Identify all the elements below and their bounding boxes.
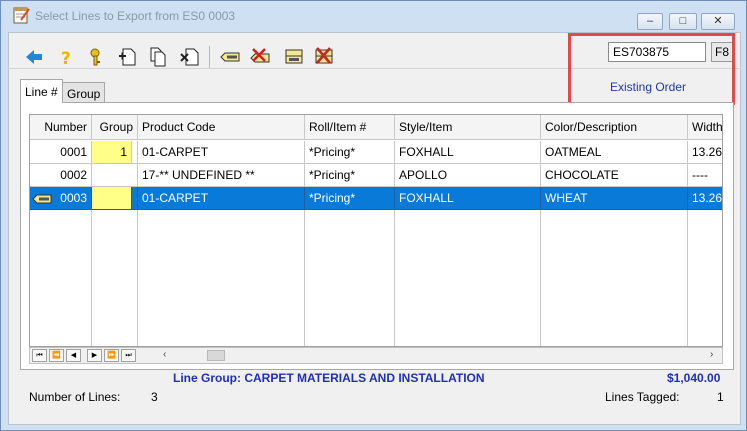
- table-row[interactable]: 0001 1 01-CARPET *Pricing* FOXHALL OATME…: [30, 141, 722, 164]
- table-row-selected[interactable]: 0003 01-CARPET *Pricing* FOXHALL WHEAT 1…: [30, 187, 722, 210]
- cell-group[interactable]: [92, 164, 138, 187]
- minimize-button[interactable]: ‒: [637, 13, 663, 30]
- cell-style-item: FOXHALL: [395, 187, 541, 210]
- next-page-button[interactable]: ⏩: [104, 349, 119, 362]
- cell-style-item: APOLLO: [395, 164, 541, 187]
- previous-record-button[interactable]: ◀: [66, 349, 81, 362]
- add-line-button[interactable]: [117, 46, 139, 68]
- tag-all-button[interactable]: [283, 46, 305, 68]
- tag-button[interactable]: [219, 46, 241, 68]
- cell-color-description: CHOCOLATE: [541, 164, 688, 187]
- table-row[interactable]: 0002 17-** UNDEFINED ** *Pricing* APOLLO…: [30, 164, 722, 187]
- close-icon: ✕: [713, 15, 723, 27]
- maximize-button[interactable]: □: [669, 13, 697, 30]
- number-of-lines-label: Number of Lines:: [29, 390, 121, 404]
- cell-width: 13.26: [688, 187, 722, 210]
- cell-width: ----: [688, 164, 722, 187]
- first-icon: ⏮: [36, 352, 43, 359]
- lines-grid: Number Group Product Code Roll/Item # St…: [29, 114, 723, 347]
- lines-tagged-value: 1: [717, 390, 724, 404]
- cell-number: 0001: [30, 141, 92, 164]
- cell-roll-item: *Pricing*: [305, 141, 395, 164]
- cell-product-code: 01-CARPET: [138, 187, 305, 210]
- chevron-right-icon: ›: [710, 349, 714, 360]
- cell-number: 0003: [30, 187, 92, 210]
- cell-group[interactable]: [92, 187, 132, 210]
- rewind-icon: ⏪: [52, 352, 61, 359]
- line-group-label: Line Group: CARPET MATERIALS AND INSTALL…: [173, 371, 485, 385]
- highlight-annotation-box: [568, 33, 735, 105]
- cell-width: 13.26: [688, 141, 722, 164]
- notepad-icon: [13, 6, 30, 24]
- cell-product-code: 01-CARPET: [138, 141, 305, 164]
- column-header-color-description[interactable]: Color/Description: [541, 115, 688, 140]
- last-icon: ⏭: [125, 352, 132, 359]
- svg-text:?: ?: [61, 49, 71, 68]
- total-amount: $1,040.00: [667, 371, 721, 385]
- dialog-window: Select Lines to Export from ES0 0003 ‒ □…: [0, 0, 747, 431]
- maximize-icon: □: [679, 15, 687, 27]
- key-button[interactable]: [87, 46, 109, 68]
- help-button[interactable]: ?: [55, 46, 77, 69]
- cell-product-code: 17-** UNDEFINED **: [138, 164, 305, 187]
- fast-forward-icon: ⏩: [107, 352, 116, 359]
- scroll-right-arrow[interactable]: ›: [710, 349, 713, 360]
- first-record-button[interactable]: ⏮: [32, 349, 47, 362]
- remove-line-button[interactable]: [179, 46, 201, 68]
- cell-number-text: 0003: [60, 191, 87, 205]
- column-divider: [394, 210, 395, 346]
- tab-label: Group: [67, 87, 101, 101]
- column-divider: [540, 210, 541, 346]
- back-button[interactable]: [23, 46, 45, 68]
- column-header-group[interactable]: Group: [92, 115, 138, 140]
- cell-style-item: FOXHALL: [395, 141, 541, 164]
- column-header-roll-item[interactable]: Roll/Item #: [305, 115, 395, 140]
- column-divider: [91, 210, 92, 346]
- column-header-style-item[interactable]: Style/Item: [395, 115, 541, 140]
- untag-all-button[interactable]: [313, 46, 335, 68]
- chevron-left-icon: ‹: [163, 349, 167, 360]
- cell-roll-item: *Pricing*: [305, 187, 395, 210]
- window-title: Select Lines to Export from ES0 0003: [35, 9, 236, 23]
- number-of-lines-value: 3: [151, 390, 158, 404]
- column-header-number[interactable]: Number: [30, 115, 92, 140]
- tag-icon: [32, 191, 52, 205]
- column-divider: [687, 210, 688, 346]
- lines-tagged-label: Lines Tagged:: [605, 390, 680, 404]
- tab-line-number[interactable]: Line #: [20, 79, 63, 103]
- column-divider: [304, 210, 305, 346]
- column-header-width[interactable]: Width: [688, 115, 722, 140]
- next-record-button[interactable]: ▶: [87, 349, 102, 362]
- play-left-icon: ◀: [70, 352, 77, 359]
- scroll-left-arrow[interactable]: ‹: [163, 349, 166, 360]
- scroll-thumb[interactable]: [207, 350, 225, 361]
- copy-lines-button[interactable]: [147, 46, 169, 68]
- cell-roll-item: *Pricing*: [305, 164, 395, 187]
- previous-page-button[interactable]: ⏪: [49, 349, 64, 362]
- minimize-icon: ‒: [646, 15, 654, 27]
- close-button[interactable]: ✕: [701, 13, 735, 30]
- horizontal-scrollbar[interactable]: ⏮ ⏪ ◀ ▶ ⏩ ⏭ ‹ ›: [29, 347, 723, 364]
- play-right-icon: ▶: [91, 352, 98, 359]
- column-header-product-code[interactable]: Product Code: [138, 115, 305, 140]
- toolbar-separator: [209, 46, 210, 68]
- cell-color-description: OATMEAL: [541, 141, 688, 164]
- cell-color-description: WHEAT: [541, 187, 688, 210]
- tab-label: Line #: [25, 85, 58, 99]
- cell-group[interactable]: 1: [92, 141, 132, 164]
- last-record-button[interactable]: ⏭: [121, 349, 136, 362]
- tab-group[interactable]: Group: [62, 82, 106, 102]
- cell-number: 0002: [30, 164, 92, 187]
- untag-button[interactable]: [249, 46, 271, 68]
- title-bar[interactable]: Select Lines to Export from ES0 0003 ‒ □…: [1, 1, 746, 31]
- column-divider: [137, 210, 138, 346]
